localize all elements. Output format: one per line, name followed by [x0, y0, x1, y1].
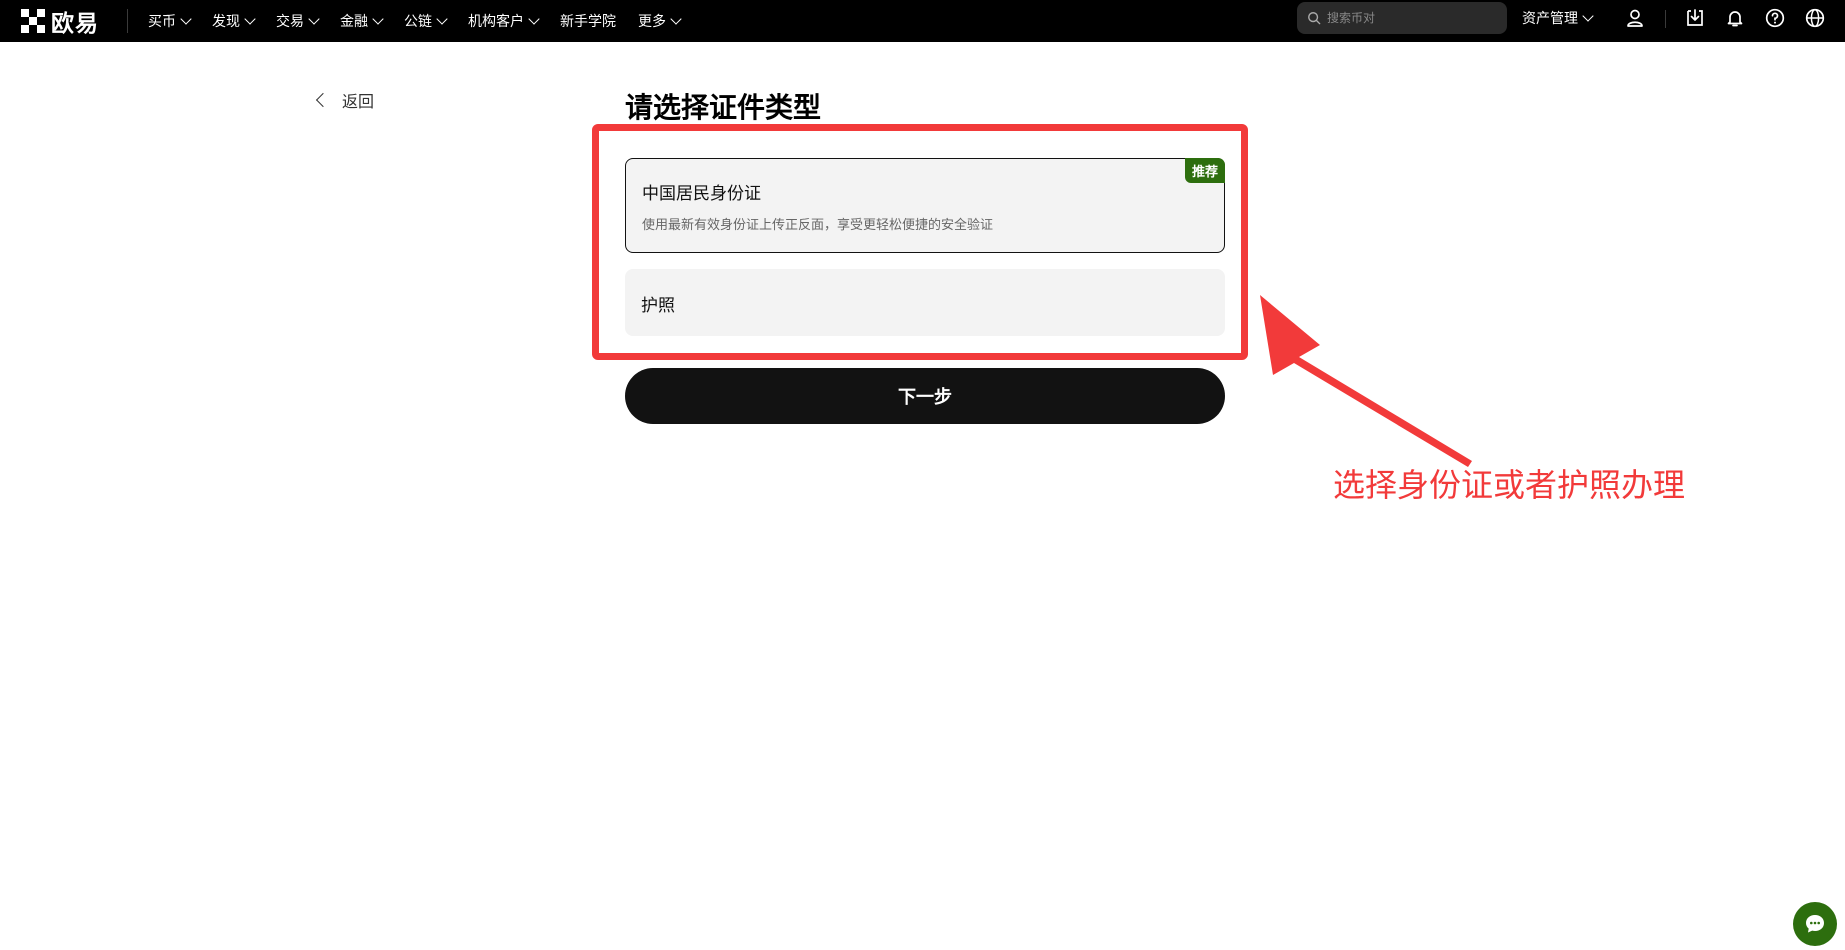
main-nav: 买币 发现 交易 金融 公链 机构客户 新手学院 更多 [148, 0, 702, 42]
nav-trade[interactable]: 交易 [276, 11, 320, 31]
chat-icon [1806, 915, 1824, 933]
chevron-down-icon [308, 13, 320, 25]
nav-finance[interactable]: 金融 [340, 11, 384, 31]
chevron-down-icon [1582, 10, 1594, 22]
nav-more[interactable]: 更多 [638, 11, 682, 31]
chevron-down-icon [528, 13, 540, 25]
search-box[interactable] [1297, 2, 1507, 34]
header-divider [1665, 10, 1666, 28]
globe-icon[interactable] [1803, 6, 1827, 30]
chevron-down-icon [372, 13, 384, 25]
search-input[interactable] [1327, 11, 1497, 25]
nav-discover[interactable]: 发现 [212, 11, 256, 31]
nav-label: 机构客户 [468, 14, 524, 30]
chevron-down-icon [180, 13, 192, 25]
header-divider [127, 9, 128, 33]
chevron-down-icon [244, 13, 256, 25]
bell-icon[interactable] [1723, 6, 1747, 30]
user-icon[interactable] [1623, 6, 1647, 30]
annotation-arrow-icon [1260, 295, 1472, 467]
annotation-highlight-box [592, 124, 1248, 360]
nav-buy-crypto[interactable]: 买币 [148, 11, 192, 31]
chevron-left-icon [315, 92, 331, 108]
download-icon[interactable] [1683, 6, 1707, 30]
assets-menu[interactable]: 资产管理 [1522, 0, 1594, 36]
nav-label: 新手学院 [560, 14, 616, 30]
chevron-down-icon [670, 13, 682, 25]
nav-label: 公链 [404, 14, 432, 30]
back-button[interactable]: 返回 [315, 88, 375, 112]
back-label: 返回 [342, 92, 375, 111]
nav-label: 更多 [638, 14, 666, 30]
nav-label: 交易 [276, 14, 304, 30]
page-title: 请选择证件类型 [625, 91, 822, 124]
next-step-button[interactable]: 下一步 [625, 368, 1225, 424]
help-icon[interactable] [1763, 6, 1787, 30]
assets-label: 资产管理 [1522, 11, 1578, 27]
logo-mark-icon [21, 9, 45, 33]
nav-label: 金融 [340, 14, 368, 30]
chat-support-button[interactable] [1793, 902, 1837, 946]
nav-chain[interactable]: 公链 [404, 11, 448, 31]
nav-label: 买币 [148, 14, 176, 30]
search-icon [1308, 12, 1321, 25]
nav-institutional[interactable]: 机构客户 [468, 11, 540, 31]
nav-label: 发现 [212, 14, 240, 30]
chevron-down-icon [436, 13, 448, 25]
nav-academy[interactable]: 新手学院 [560, 11, 616, 31]
brand-logo[interactable]: 欧易 [21, 5, 99, 37]
top-navigation-bar: 欧易 买币 发现 交易 金融 公链 机构客户 新手学院 更多 资产管理 [0, 0, 1845, 42]
brand-name: 欧易 [51, 11, 99, 37]
annotation-text: 选择身份证或者护照办理 [1333, 466, 1686, 504]
